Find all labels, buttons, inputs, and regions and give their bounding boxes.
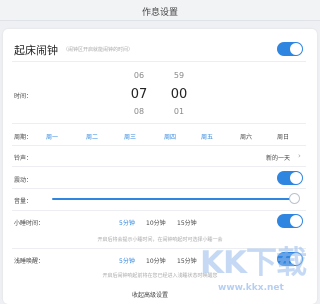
vibration-label: 震动： (14, 177, 33, 184)
divider (12, 188, 306, 189)
toggle-knob (290, 253, 302, 265)
toggle-knob (290, 43, 302, 55)
vibration-toggle[interactable] (277, 171, 303, 185)
light-wake-toggle[interactable] (277, 252, 303, 266)
light-wake-option-10[interactable]: 10分钟 (146, 256, 166, 265)
page-title: 作息设置 (141, 8, 178, 18)
time-label: 时间： (14, 93, 33, 100)
day-saturday[interactable]: 周六 (240, 132, 252, 141)
hour-option-prev[interactable]: 06 (129, 71, 149, 80)
toggle-knob (290, 215, 302, 227)
volume-label: 音量： (14, 198, 33, 205)
snooze-toggle[interactable] (277, 214, 303, 228)
ringtone-label: 铃声： (14, 155, 33, 162)
day-friday[interactable]: 周五 (201, 132, 213, 141)
light-wake-label: 浅睡唤醒： (14, 258, 45, 265)
divider (12, 248, 306, 249)
divider (12, 166, 306, 167)
divider (12, 145, 306, 146)
alarm-title: 起床闹钟 (14, 44, 58, 57)
light-wake-option-15[interactable]: 15分钟 (177, 256, 197, 265)
day-thursday[interactable]: 周四 (164, 132, 176, 141)
snooze-option-10[interactable]: 10分钟 (146, 218, 166, 227)
minute-option-selected[interactable]: 00 (169, 87, 189, 102)
days-label: 周期： (14, 134, 33, 141)
light-wake-description: 开启后闹钟响起前将在您已经进入浅睡状态时唤醒您 (102, 273, 218, 279)
title-bar: 作息设置 (0, 0, 320, 21)
alarm-hint: （闹钟区开启就能闹钟的时间） (63, 47, 134, 53)
chevron-right-icon[interactable]: › (298, 152, 301, 160)
snooze-option-5[interactable]: 5分钟 (119, 218, 135, 227)
ringtone-value[interactable]: 新的一天 (266, 153, 290, 162)
divider (12, 210, 306, 211)
light-wake-option-5[interactable]: 5分钟 (119, 256, 135, 265)
snooze-option-15[interactable]: 15分钟 (177, 218, 197, 227)
divider (12, 61, 306, 62)
minute-option-next[interactable]: 01 (169, 107, 189, 116)
hour-option-next[interactable]: 08 (129, 107, 149, 116)
toggle-knob (290, 172, 302, 184)
day-monday[interactable]: 周一 (46, 132, 58, 141)
volume-slider-thumb[interactable] (289, 193, 300, 204)
minute-option-prev[interactable]: 59 (169, 71, 189, 80)
day-sunday[interactable]: 周日 (277, 132, 289, 141)
snooze-label: 小睡时间： (14, 220, 45, 227)
alarm-toggle[interactable] (277, 42, 303, 56)
snooze-description: 开启后将会提示小睡时间，在闹钟响起时可选择小睡一会 (97, 237, 223, 243)
day-wednesday[interactable]: 周三 (124, 132, 136, 141)
volume-slider-track[interactable] (52, 198, 295, 200)
hour-option-selected[interactable]: 07 (129, 87, 149, 102)
collapse-advanced-link[interactable]: 收起高级设置 (132, 290, 168, 299)
day-tuesday[interactable]: 周二 (86, 132, 98, 141)
divider (12, 123, 306, 124)
